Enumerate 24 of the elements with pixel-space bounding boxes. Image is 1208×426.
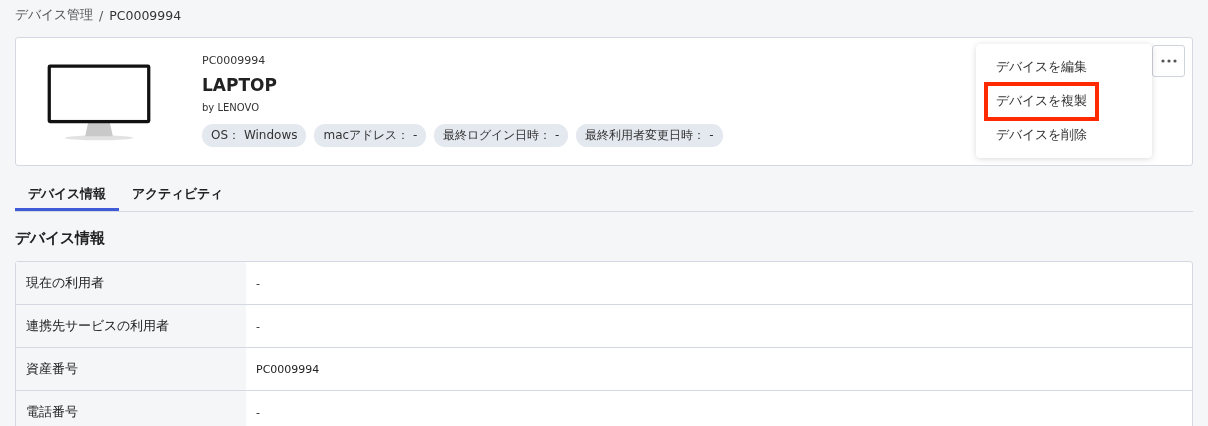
info-tag: macアドレス： - — [314, 124, 427, 147]
field-label: 現在の利用者 — [16, 262, 246, 304]
section-title: デバイス情報 — [15, 228, 106, 248]
device-maker: by LENOVO — [202, 101, 261, 115]
tab[interactable]: デバイス情報 — [15, 180, 119, 211]
breadcrumb-link[interactable]: デバイス管理 — [15, 6, 93, 24]
breadcrumb-separator: / — [99, 7, 104, 23]
asset-number: PC0009994 — [202, 54, 267, 68]
more-button[interactable] — [1152, 45, 1185, 77]
info-tag: 最終利用者変更日時： - — [576, 124, 723, 147]
field-value: PC0009994 — [255, 361, 320, 378]
field-label: 電話番号 — [16, 391, 246, 426]
more-icon — [1160, 59, 1177, 63]
device-name: LAPTOP — [202, 74, 278, 96]
breadcrumb-current: PC0009994 — [109, 7, 182, 23]
info-tag: 最終ログイン日時： - — [434, 124, 569, 147]
menu-item[interactable]: デバイスを複製 — [984, 81, 1099, 121]
info-tag: OS： Windows — [202, 124, 307, 147]
field-label: 連携先サービスの利用者 — [16, 305, 246, 347]
field-value: - — [255, 318, 260, 335]
field-value: - — [255, 275, 260, 292]
tab[interactable]: アクティビティ — [119, 180, 236, 211]
field-value: - — [255, 404, 260, 421]
field-label: 資産番号 — [16, 348, 246, 390]
